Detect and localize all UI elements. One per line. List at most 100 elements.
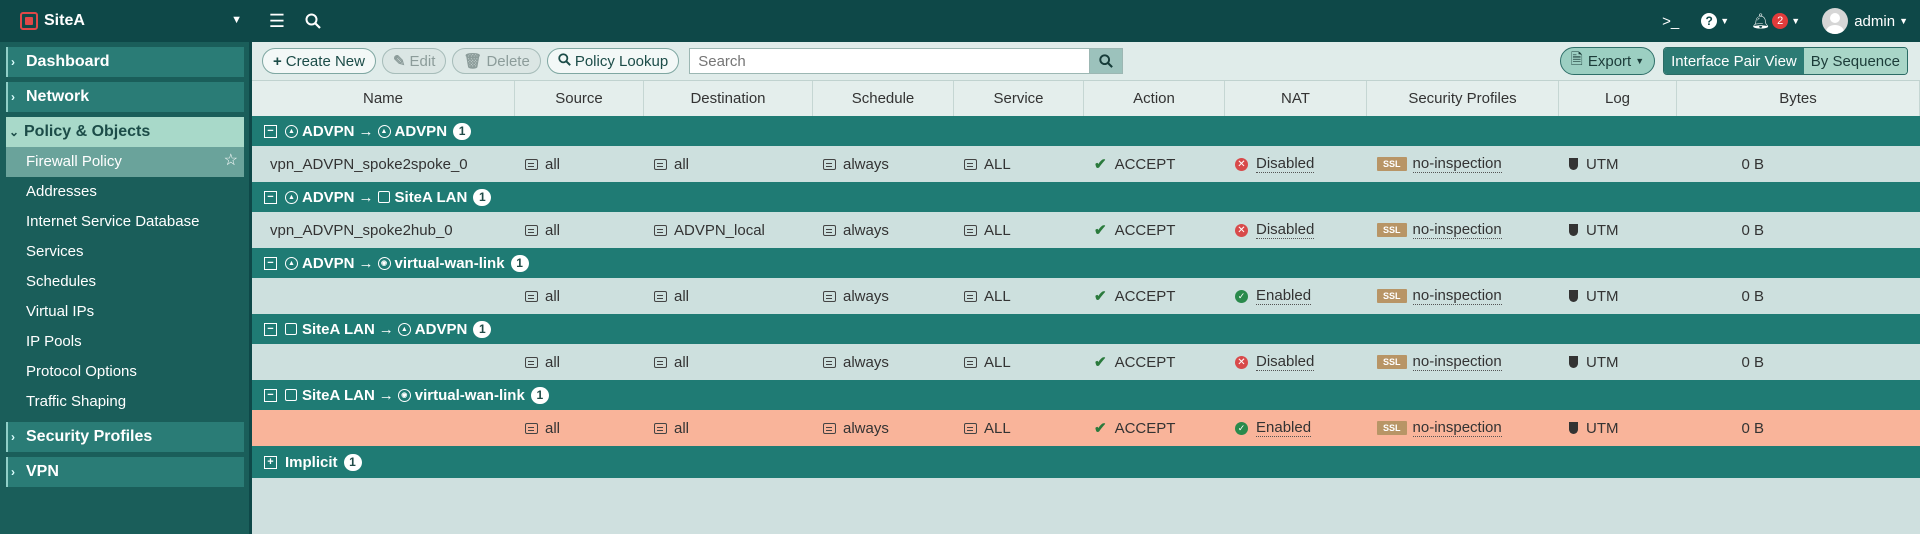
column-header-nat[interactable]: NAT xyxy=(1225,81,1367,116)
sidebar-item-addresses[interactable]: Addresses xyxy=(0,177,249,207)
column-header-service[interactable]: Service xyxy=(954,81,1084,116)
sidebar-item-protocol-options[interactable]: Protocol Options xyxy=(0,357,249,387)
table-row[interactable]: all all always ALL ✔ ACCEPT ✓ Enabled SSL no-insp… xyxy=(252,278,1920,314)
group-to-interface: SiteA LAN xyxy=(394,188,468,206)
service-icon xyxy=(964,158,977,170)
user-menu[interactable]: admin ▼ xyxy=(1822,8,1908,34)
document-icon: 🗎 xyxy=(1570,50,1583,68)
arrow-right-icon: → xyxy=(358,122,374,140)
menu-icon[interactable]: ☰ xyxy=(266,10,288,32)
interface-pair-view-button[interactable]: Interface Pair View xyxy=(1664,48,1804,74)
policy-bytes: 0 B xyxy=(1741,287,1764,305)
sidebar-item-ip-pools[interactable]: IP Pools xyxy=(0,327,249,357)
chevron-right-icon: › xyxy=(11,465,15,479)
sidebar-item-firewall-policy[interactable]: Firewall Policy ☆ xyxy=(6,147,244,177)
create-new-button[interactable]: + Create New xyxy=(262,48,376,74)
group-implicit[interactable]: + Implicit 1 xyxy=(252,446,1920,478)
sidebar-item-network[interactable]: › Network xyxy=(6,82,244,112)
cli-console-icon[interactable]: >_ xyxy=(1662,13,1679,30)
collapse-icon[interactable]: − xyxy=(264,190,277,204)
policy-table-body: − ▲ ADVPN → ▲ ADVPN 1 vpn_ADVPN_spoke2spoke_0 al… xyxy=(252,116,1920,446)
table-row[interactable]: vpn_ADVPN_spoke2hub_0 all ADVPN_local alway… xyxy=(252,212,1920,248)
policy-bytes: 0 B xyxy=(1741,419,1764,437)
sidebar-item-dashboard[interactable]: › Dashboard xyxy=(6,47,244,77)
collapse-icon[interactable]: − xyxy=(264,388,277,402)
tunnel-interface-icon: ▲ xyxy=(285,190,298,204)
policy-service: ALL xyxy=(954,146,1084,182)
column-header-schedule[interactable]: Schedule xyxy=(813,81,954,116)
ssl-badge: SSL xyxy=(1377,157,1407,171)
column-header-bytes[interactable]: Bytes xyxy=(1677,81,1920,116)
policy-group-header[interactable]: − ▲ ADVPN → SiteA LAN 1 xyxy=(252,182,1920,212)
search-input[interactable] xyxy=(689,48,1090,74)
chevron-right-icon: › xyxy=(11,430,15,444)
view-toggle: Interface Pair View By Sequence xyxy=(1663,47,1908,75)
column-header-name[interactable]: Name xyxy=(252,81,515,116)
sidebar-item-vpn[interactable]: › VPN xyxy=(6,457,244,487)
top-bar: SiteA ▼ ☰ >_ ? ▼ 🔔︎ 2 ▼ admin ▼ xyxy=(0,0,1920,42)
address-icon xyxy=(654,224,667,236)
table-row[interactable]: vpn_ADVPN_spoke2spoke_0 all all always ALL ✔ A… xyxy=(252,146,1920,182)
schedule-icon xyxy=(823,290,836,302)
address-icon xyxy=(525,158,538,170)
sidebar-item-schedules[interactable]: Schedules xyxy=(0,267,249,297)
service-icon xyxy=(964,290,977,302)
policy-log: UTM xyxy=(1559,146,1677,182)
policy-destination: ADVPN_local xyxy=(644,212,813,248)
address-icon xyxy=(525,224,538,236)
sidebar-item-virtual-ips[interactable]: Virtual IPs xyxy=(0,297,249,327)
device-name: SiteA xyxy=(44,12,85,29)
edit-button[interactable]: ✎ Edit xyxy=(381,48,447,74)
collapse-icon[interactable]: − xyxy=(264,124,277,138)
sidebar-item-internet-service-database[interactable]: Internet Service Database xyxy=(0,207,249,237)
tunnel-interface-icon: ▲ xyxy=(377,124,391,138)
address-icon xyxy=(525,290,538,302)
sidebar-item-services[interactable]: Services xyxy=(0,237,249,267)
policy-group-header[interactable]: − SiteA LAN → ◉ virtual-wan-link 1 xyxy=(252,380,1920,410)
delete-button[interactable]: 🗑︎ Delete xyxy=(452,48,541,74)
by-sequence-button[interactable]: By Sequence xyxy=(1803,48,1907,74)
policy-nat: ✕ Disabled xyxy=(1225,212,1367,248)
collapse-icon[interactable]: − xyxy=(264,256,277,270)
sidebar-item-policy-objects[interactable]: ⌄ Policy & Objects xyxy=(6,117,244,147)
column-header-action[interactable]: Action xyxy=(1084,81,1225,116)
policy-group-header[interactable]: − ▲ ADVPN → ▲ ADVPN 1 xyxy=(252,116,1920,146)
arrow-right-icon: → xyxy=(358,188,374,206)
column-header-security-profiles[interactable]: Security Profiles xyxy=(1367,81,1559,116)
plus-icon: + xyxy=(273,52,282,70)
policy-source: all xyxy=(515,278,644,314)
help-icon[interactable]: ? ▼ xyxy=(1701,13,1729,29)
sidebar-item-security-profiles[interactable]: › Security Profiles xyxy=(6,422,244,452)
star-icon[interactable]: ☆ xyxy=(224,152,238,170)
ssl-badge: SSL xyxy=(1377,289,1407,303)
expand-icon[interactable]: + xyxy=(264,455,277,469)
toolbar: + Create New ✎ Edit 🗑︎ Delete Policy Lookup… xyxy=(252,42,1920,80)
column-header-log[interactable]: Log xyxy=(1559,81,1677,116)
table-row[interactable]: all all always ALL ✔ ACCEPT ✕ Disabled SSL no-ins… xyxy=(252,344,1920,380)
sidebar-item-traffic-shaping[interactable]: Traffic Shaping xyxy=(0,387,249,417)
policy-lookup-button[interactable]: Policy Lookup xyxy=(546,48,680,74)
policy-action: ✔ ACCEPT xyxy=(1094,419,1176,438)
search-button[interactable] xyxy=(1089,48,1124,74)
policy-group-header[interactable]: − ▲ ADVPN → ◉ virtual-wan-link 1 xyxy=(252,248,1920,278)
collapse-icon[interactable]: − xyxy=(264,322,277,336)
search-icon[interactable] xyxy=(302,10,324,32)
policy-name: vpn_ADVPN_spoke2hub_0 xyxy=(270,221,453,239)
shield-icon xyxy=(1569,356,1578,368)
check-icon: ✔ xyxy=(1094,354,1107,371)
ssl-badge: SSL xyxy=(1377,355,1407,369)
policy-bytes: 0 B xyxy=(1741,155,1764,173)
policy-group-header[interactable]: − SiteA LAN → ▲ ADVPN 1 xyxy=(252,314,1920,344)
device-selector[interactable]: SiteA ▼ xyxy=(0,0,252,42)
group-from-interface: SiteA LAN xyxy=(302,386,375,404)
policy-name: vpn_ADVPN_spoke2spoke_0 xyxy=(270,155,468,173)
policy-security-profiles: SSL no-inspection xyxy=(1367,146,1559,182)
column-header-destination[interactable]: Destination xyxy=(644,81,813,116)
export-button[interactable]: 🗎 Export ▼ xyxy=(1559,47,1656,75)
table-row[interactable]: all all always ALL ✔ ACCEPT ✓ Enabled SSL no-insp… xyxy=(252,410,1920,446)
notifications-button[interactable]: 🔔︎ 2 ▼ xyxy=(1751,12,1800,30)
column-header-source[interactable]: Source xyxy=(515,81,644,116)
policy-nat: ✓ Enabled xyxy=(1225,278,1367,314)
tunnel-interface-icon: ▲ xyxy=(397,322,411,336)
avatar xyxy=(1822,8,1849,34)
